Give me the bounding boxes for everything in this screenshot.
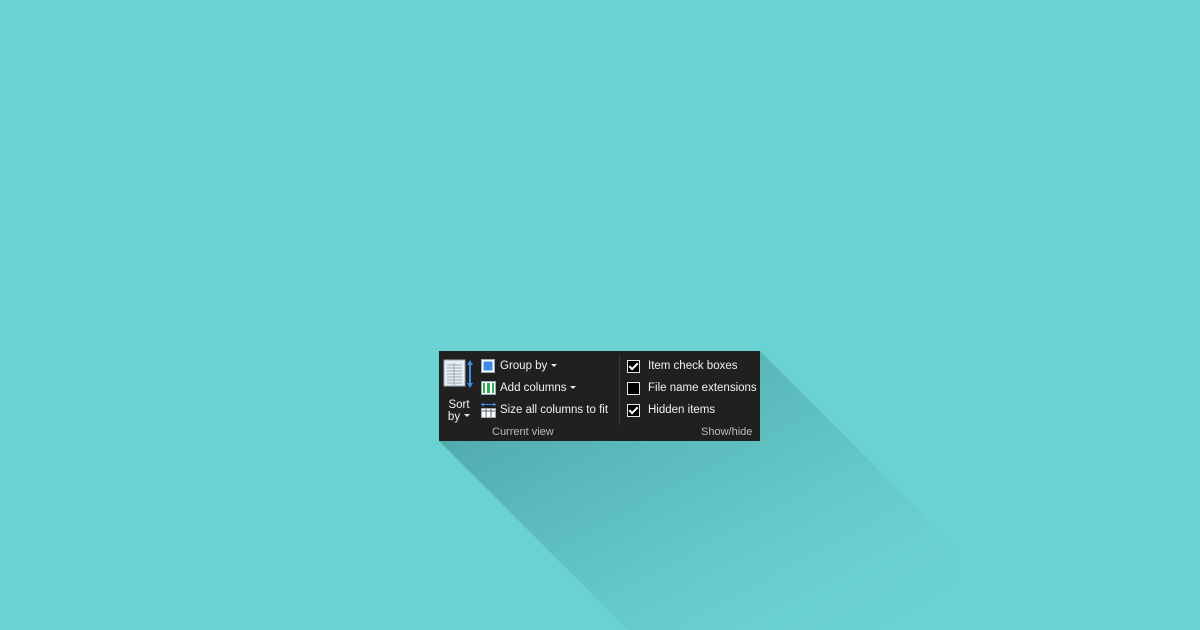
file-name-extensions-checkbox[interactable] [627, 381, 640, 395]
sort-by-icon [443, 359, 473, 388]
current-view-group-label: Current view [492, 426, 554, 438]
group-by-button[interactable]: Group by [480, 357, 558, 375]
add-columns-label: Add columns [500, 382, 567, 394]
chevron-down-icon [551, 363, 558, 367]
chevron-down-icon [570, 385, 577, 389]
item-check-boxes-label: Item check boxes [648, 360, 738, 372]
show-hide-group-label: Show/hide [701, 426, 753, 438]
hidden-items-option[interactable]: Hidden items [627, 401, 715, 419]
size-all-columns-button[interactable]: Size all columns to fit [480, 401, 608, 419]
size-columns-icon [481, 402, 496, 418]
view-ribbon: Sort by Group by Add columns Size all co… [439, 351, 760, 441]
hidden-items-checkbox[interactable] [627, 403, 640, 417]
group-by-label: Group by [500, 360, 548, 372]
chevron-down-icon [464, 414, 471, 418]
sort-by-label-line2: by [447, 411, 461, 423]
size-all-columns-label: Size all columns to fit [500, 404, 609, 416]
add-columns-button[interactable]: Add columns [480, 379, 577, 397]
hidden-items-label: Hidden items [648, 404, 716, 416]
add-columns-icon [481, 381, 496, 395]
sort-by-label-line1: Sort [448, 399, 470, 411]
group-by-icon [481, 359, 495, 373]
item-check-boxes-option[interactable]: Item check boxes [627, 357, 737, 375]
file-name-extensions-option[interactable]: File name extensions [627, 379, 757, 397]
item-check-boxes-checkbox[interactable] [627, 359, 640, 373]
group-divider [619, 355, 620, 425]
sort-by-button[interactable]: Sort by [442, 359, 476, 423]
long-shadow [439, 351, 960, 630]
file-name-extensions-label: File name extensions [648, 382, 757, 394]
